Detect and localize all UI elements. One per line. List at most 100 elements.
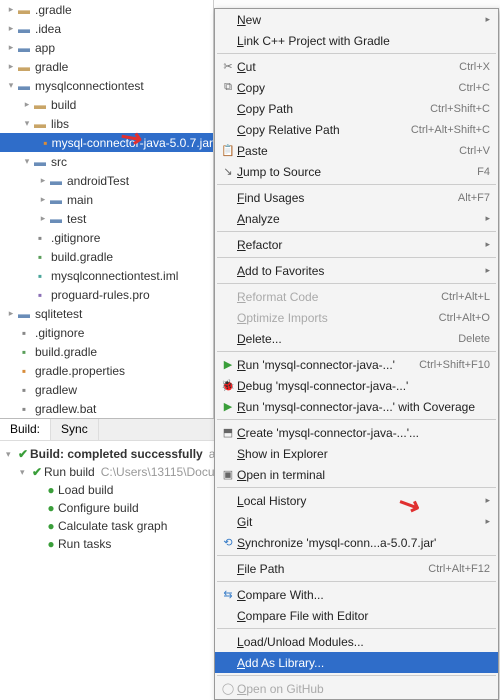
- tree-item[interactable]: ▸▬gradle: [0, 57, 213, 76]
- menu-shortcut: Alt+F7: [458, 192, 490, 204]
- tree-item[interactable]: ▸▬.gradle: [0, 0, 213, 19]
- menu-item[interactable]: ⬒Create 'mysql-connector-java-...'...: [215, 422, 498, 443]
- expand-arrow[interactable]: ▸: [22, 99, 32, 110]
- menu-icon: [219, 655, 237, 671]
- expand-arrow[interactable]: ▸: [6, 42, 16, 53]
- menu-item[interactable]: ✂CutCtrl+X: [215, 56, 498, 77]
- tree-item[interactable]: ▸▬main: [0, 190, 213, 209]
- tree-item[interactable]: ▪mysqlconnectiontest.iml: [0, 266, 213, 285]
- tree-item[interactable]: ▾▬mysqlconnectiontest: [0, 76, 213, 95]
- debug-icon: 🐞: [219, 378, 237, 394]
- menu-item[interactable]: ↘Jump to SourceF4: [215, 161, 498, 182]
- menu-label: New: [237, 13, 479, 27]
- build-label: Calculate task graph: [58, 519, 167, 533]
- menu-item[interactable]: Delete...Delete: [215, 328, 498, 349]
- expand-arrow[interactable]: ▾: [22, 156, 32, 167]
- menu-item[interactable]: Show in Explorer: [215, 443, 498, 464]
- expand-arrow[interactable]: ▸: [6, 23, 16, 34]
- expand-arrow[interactable]: ▸: [38, 194, 48, 205]
- menu-item[interactable]: ⟲Synchronize 'mysql-conn...a-5.0.7.jar': [215, 532, 498, 553]
- menu-item[interactable]: Git▸: [215, 511, 498, 532]
- iml-file-icon: ▪: [32, 268, 48, 284]
- menu-label: Analyze: [237, 212, 479, 226]
- menu-item[interactable]: Load/Unload Modules...: [215, 631, 498, 652]
- menu-separator: [217, 487, 496, 488]
- menu-separator: [217, 581, 496, 582]
- menu-icon: [219, 331, 237, 347]
- menu-item[interactable]: Find UsagesAlt+F7: [215, 187, 498, 208]
- submenu-arrow-icon: ▸: [485, 265, 490, 276]
- menu-separator: [217, 283, 496, 284]
- expand-arrow[interactable]: ▾: [22, 118, 32, 129]
- tree-item[interactable]: ▸▬app: [0, 38, 213, 57]
- menu-item[interactable]: ▣Open in terminal: [215, 464, 498, 485]
- menu-separator: [217, 53, 496, 54]
- tree-item[interactable]: ▸▬sqlitetest: [0, 304, 213, 323]
- tree-item[interactable]: ▸▬androidTest: [0, 171, 213, 190]
- menu-item[interactable]: ⧉CopyCtrl+C: [215, 77, 498, 98]
- expand-arrow[interactable]: ▸: [38, 175, 48, 186]
- tree-item[interactable]: ▪.gitignore: [0, 228, 213, 247]
- success-icon: ●: [44, 537, 58, 551]
- text-file-icon: ▪: [32, 230, 48, 246]
- tree-item[interactable]: ▾▬libs: [0, 114, 213, 133]
- tab-sync[interactable]: Sync: [51, 419, 99, 440]
- tree-item[interactable]: ▪.gitignore: [0, 323, 213, 342]
- project-tree[interactable]: ▸▬.gradle▸▬.idea▸▬app▸▬gradle▾▬mysqlconn…: [0, 0, 214, 418]
- submenu-arrow-icon: ▸: [485, 495, 490, 506]
- menu-item[interactable]: File PathCtrl+Alt+F12: [215, 558, 498, 579]
- menu-item[interactable]: ▶Run 'mysql-connector-java-...'Ctrl+Shif…: [215, 354, 498, 375]
- menu-shortcut: Ctrl+Shift+C: [430, 103, 490, 115]
- menu-item[interactable]: 📋PasteCtrl+V: [215, 140, 498, 161]
- menu-separator: [217, 231, 496, 232]
- menu-separator: [217, 351, 496, 352]
- tree-label: main: [67, 193, 93, 207]
- menu-item[interactable]: ⇆Compare With...: [215, 584, 498, 605]
- tree-item[interactable]: ▪mysql-connector-java-5.0.7.jar: [0, 133, 213, 152]
- gradle-file-icon: ▪: [16, 344, 32, 360]
- expand-arrow[interactable]: ▸: [38, 213, 48, 224]
- tree-item[interactable]: ▪build.gradle: [0, 342, 213, 361]
- folder-icon: ▬: [16, 40, 32, 56]
- menu-shortcut: Ctrl+Alt+F12: [428, 563, 490, 575]
- menu-item[interactable]: Link C++ Project with Gradle: [215, 30, 498, 51]
- script-file-icon: ▪: [16, 382, 32, 398]
- tree-label: libs: [51, 117, 69, 131]
- jar-file-icon: ▪: [42, 135, 49, 151]
- tree-label: build.gradle: [51, 250, 113, 264]
- menu-item[interactable]: Compare File with Editor: [215, 605, 498, 626]
- success-icon: ●: [44, 483, 58, 497]
- tree-item[interactable]: ▪build.gradle: [0, 247, 213, 266]
- expand-arrow[interactable]: ▾: [6, 80, 16, 91]
- tree-item[interactable]: ▸▬.idea: [0, 19, 213, 38]
- tree-item[interactable]: ▪gradle.properties: [0, 361, 213, 380]
- menu-label: Copy Path: [237, 102, 430, 116]
- menu-item[interactable]: Copy Relative PathCtrl+Alt+Shift+C: [215, 119, 498, 140]
- expand-arrow[interactable]: ▸: [6, 308, 16, 319]
- menu-item[interactable]: Local History▸: [215, 490, 498, 511]
- tree-item[interactable]: ▪gradlew: [0, 380, 213, 399]
- tree-label: sqlitetest: [35, 307, 82, 321]
- folder-icon: ▬: [16, 21, 32, 37]
- tree-label: proguard-rules.pro: [51, 288, 150, 302]
- menu-item[interactable]: Copy PathCtrl+Shift+C: [215, 98, 498, 119]
- menu-icon: [219, 12, 237, 28]
- tab-build[interactable]: Build:: [0, 419, 51, 440]
- tree-item[interactable]: ▪gradlew.bat: [0, 399, 213, 418]
- menu-item[interactable]: ▶Run 'mysql-connector-java-...' with Cov…: [215, 396, 498, 417]
- expand-arrow[interactable]: ▸: [6, 61, 16, 72]
- menu-item[interactable]: 🐞Debug 'mysql-connector-java-...': [215, 375, 498, 396]
- menu-item[interactable]: Refactor▸: [215, 234, 498, 255]
- expand-arrow[interactable]: ▸: [6, 4, 16, 15]
- tree-item[interactable]: ▸▬build: [0, 95, 213, 114]
- menu-shortcut: Ctrl+Alt+Shift+C: [411, 124, 490, 136]
- tree-item[interactable]: ▪proguard-rules.pro: [0, 285, 213, 304]
- menu-item[interactable]: New▸: [215, 9, 498, 30]
- context-menu[interactable]: New▸Link C++ Project with Gradle✂CutCtrl…: [214, 8, 499, 700]
- menu-item[interactable]: Add to Favorites▸: [215, 260, 498, 281]
- tree-label: build.gradle: [35, 345, 97, 359]
- menu-item[interactable]: Analyze▸: [215, 208, 498, 229]
- tree-item[interactable]: ▾▬src: [0, 152, 213, 171]
- menu-item[interactable]: Add As Library...: [215, 652, 498, 673]
- tree-item[interactable]: ▸▬test: [0, 209, 213, 228]
